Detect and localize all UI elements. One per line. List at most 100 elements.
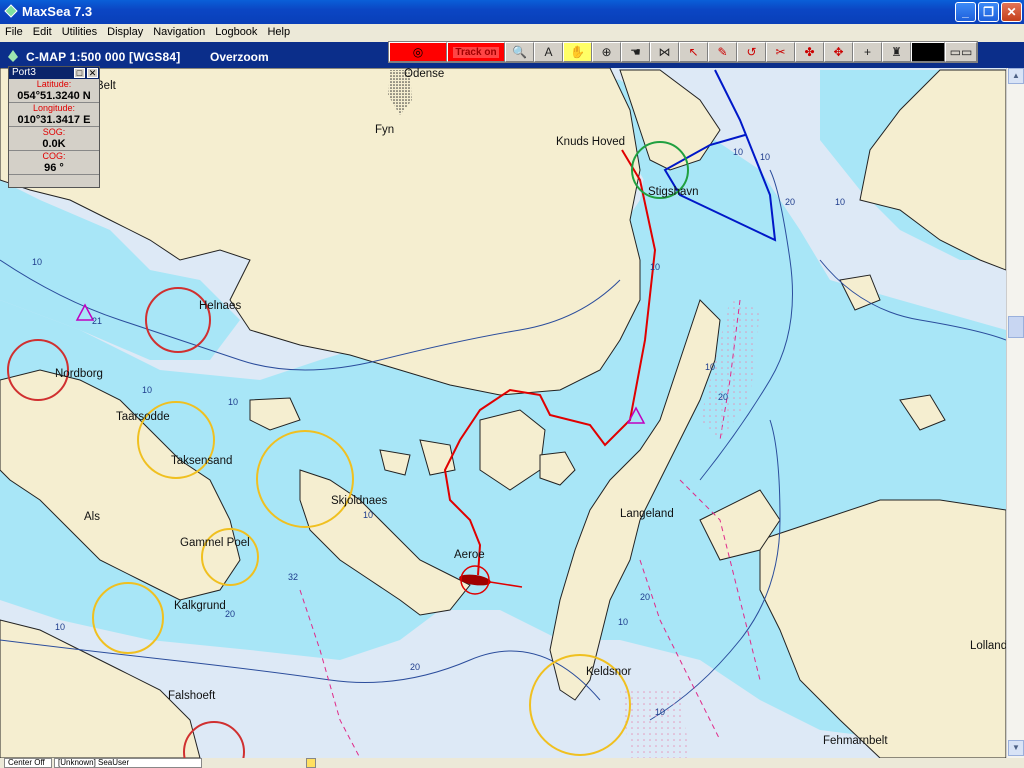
depth-label: 10 — [733, 147, 743, 157]
menu-navigation[interactable]: Navigation — [148, 24, 210, 40]
latitude-value: 054°51.3240 N — [9, 90, 99, 103]
move-button[interactable]: ✥ — [824, 42, 853, 62]
lighthouse-icon: ♜ — [891, 45, 902, 59]
mark-button[interactable]: ✤ — [795, 42, 824, 62]
grab-icon: ☚ — [630, 45, 641, 59]
depth-label: 10 — [705, 362, 715, 372]
pointer-icon: ↖ — [688, 45, 699, 59]
vertical-scrollbar[interactable]: ▲ ▼ — [1006, 68, 1024, 758]
ship-icon — [8, 50, 18, 62]
window-layout-button[interactable]: ▭▭ — [945, 42, 977, 62]
maximize-icon: □ — [76, 68, 83, 78]
status-indicator — [306, 758, 316, 768]
place-knuds-hoved: Knuds Hoved — [556, 136, 626, 148]
zoom-icon: 🔍 — [512, 45, 527, 59]
longitude-label: Longitude: — [32, 103, 76, 113]
window-layout-icon: ▭▭ — [949, 45, 973, 59]
title-bar: MaxSea 7.3 _ ❐ ✕ — [0, 0, 1024, 24]
cog-label: COG: — [42, 151, 66, 161]
maxsea-icon — [4, 4, 18, 18]
place-fehmarnbelt: Fehmarnbelt — [823, 735, 888, 747]
depth-label: 10 — [228, 397, 238, 407]
depth-label: 20 — [640, 592, 650, 602]
place-gammel-poel: Gammel Poel — [180, 537, 250, 549]
sog-value: 0.0K — [9, 138, 99, 151]
scroll-down-button[interactable]: ▼ — [1008, 740, 1024, 756]
depth-label: 10 — [650, 262, 660, 272]
depth-label: 20 — [410, 662, 420, 672]
pencil-button[interactable]: ✎ — [708, 42, 737, 62]
close-icon: ✕ — [1006, 5, 1017, 19]
place-fyn: Fyn — [375, 124, 395, 136]
place-kalkgrund: Kalkgrund — [174, 600, 226, 612]
center-status[interactable]: Center Off — [4, 758, 52, 768]
menu-display[interactable]: Display — [102, 24, 148, 40]
place-taarsodde: Taarsodde — [116, 411, 170, 423]
nautical-chart[interactable]: 10 10 10 10 10 20 20 10 10 20 20 10 10 2… — [0, 68, 1006, 758]
target-icon: ◎ — [412, 45, 424, 59]
route-button[interactable]: ⋈ — [650, 42, 679, 62]
compass-divider-icon: A — [544, 45, 553, 59]
zoom-button[interactable]: 🔍 — [505, 42, 534, 62]
divider-button[interactable]: A — [534, 42, 563, 62]
panel-title: Port3 — [9, 67, 99, 79]
maximize-button[interactable]: ❐ — [978, 2, 999, 22]
depth-label: 21 — [92, 316, 102, 326]
pan-button[interactable]: ✋ — [563, 42, 592, 62]
place-aeroe: Aeroe — [454, 549, 485, 561]
minimize-button[interactable]: _ — [955, 2, 976, 22]
status-bar: Center Off [Unknown] SeaUser — [0, 758, 1024, 768]
color-swatch[interactable] — [911, 42, 945, 62]
depth-label: 10 — [835, 197, 845, 207]
menu-bar: File Edit Utilities Display Navigation Logboo… — [0, 24, 1024, 42]
lighthouse-button[interactable]: ♜ — [882, 42, 911, 62]
position-panel[interactable]: Port3 □ ✕ Latitude: 054°51.3240 N Longit… — [8, 66, 100, 188]
arrow-up-icon: ▲ — [1012, 71, 1020, 80]
menu-logbook[interactable]: Logbook — [210, 24, 262, 40]
arrow-down-icon: ▼ — [1012, 743, 1020, 752]
route-icon: ⋈ — [658, 45, 671, 59]
grab-button[interactable]: ☚ — [621, 42, 650, 62]
menu-file[interactable]: File — [0, 24, 28, 40]
place-stigshavn: Stigshavn — [648, 186, 699, 198]
track-on-button[interactable]: Track on — [447, 42, 505, 62]
menu-utilities[interactable]: Utilities — [57, 24, 102, 40]
place-skjoldnaes: Skjoldnaes — [331, 495, 388, 507]
place-langeland: Langeland — [620, 508, 674, 520]
plus-icon: + — [863, 45, 871, 59]
target-button[interactable]: ◎ — [389, 42, 447, 62]
rotate-icon: ↺ — [746, 45, 757, 59]
latitude-label: Latitude: — [36, 79, 72, 89]
close-button[interactable]: ✕ — [1001, 2, 1022, 22]
pointer-button[interactable]: ↖ — [679, 42, 708, 62]
crosshair-button[interactable]: ⊕ — [592, 42, 621, 62]
scroll-thumb[interactable] — [1008, 316, 1024, 338]
scroll-up-button[interactable]: ▲ — [1008, 68, 1024, 84]
window-title: MaxSea 7.3 — [22, 4, 93, 19]
crosshair-icon: ⊕ — [601, 45, 612, 59]
user-status: [Unknown] SeaUser — [54, 758, 202, 768]
place-als: Als — [84, 511, 100, 523]
depth-label: 10 — [32, 257, 42, 267]
scissors-button[interactable]: ✂ — [766, 42, 795, 62]
place-helnaes: Helnaes — [199, 300, 242, 312]
depth-label: 10 — [142, 385, 152, 395]
place-odense: Odense — [404, 68, 445, 80]
depth-label: 10 — [55, 622, 65, 632]
toolbar: ◎ Track on 🔍 A ✋ ⊕ ☚ ⋈ ↖ ✎ ↺ ✂ ✤ ✥ + ♜ ▭… — [388, 41, 978, 63]
sog-label: SOG: — [42, 127, 66, 137]
panel-maximize-button[interactable]: □ — [74, 68, 85, 78]
menu-edit[interactable]: Edit — [28, 24, 57, 40]
depth-label: 32 — [288, 572, 298, 582]
menu-help[interactable]: Help — [262, 24, 295, 40]
place-falshoeft: Falshoeft — [168, 690, 216, 702]
panel-close-button[interactable]: ✕ — [87, 68, 98, 78]
rotate-button[interactable]: ↺ — [737, 42, 766, 62]
plus-button[interactable]: + — [853, 42, 882, 62]
scissors-icon: ✂ — [775, 45, 786, 59]
mark-icon: ✤ — [804, 45, 815, 59]
place-nordborg: Nordborg — [55, 368, 103, 380]
minimize-icon: _ — [962, 5, 969, 19]
depth-label: 20 — [785, 197, 795, 207]
pencil-icon: ✎ — [717, 45, 728, 59]
